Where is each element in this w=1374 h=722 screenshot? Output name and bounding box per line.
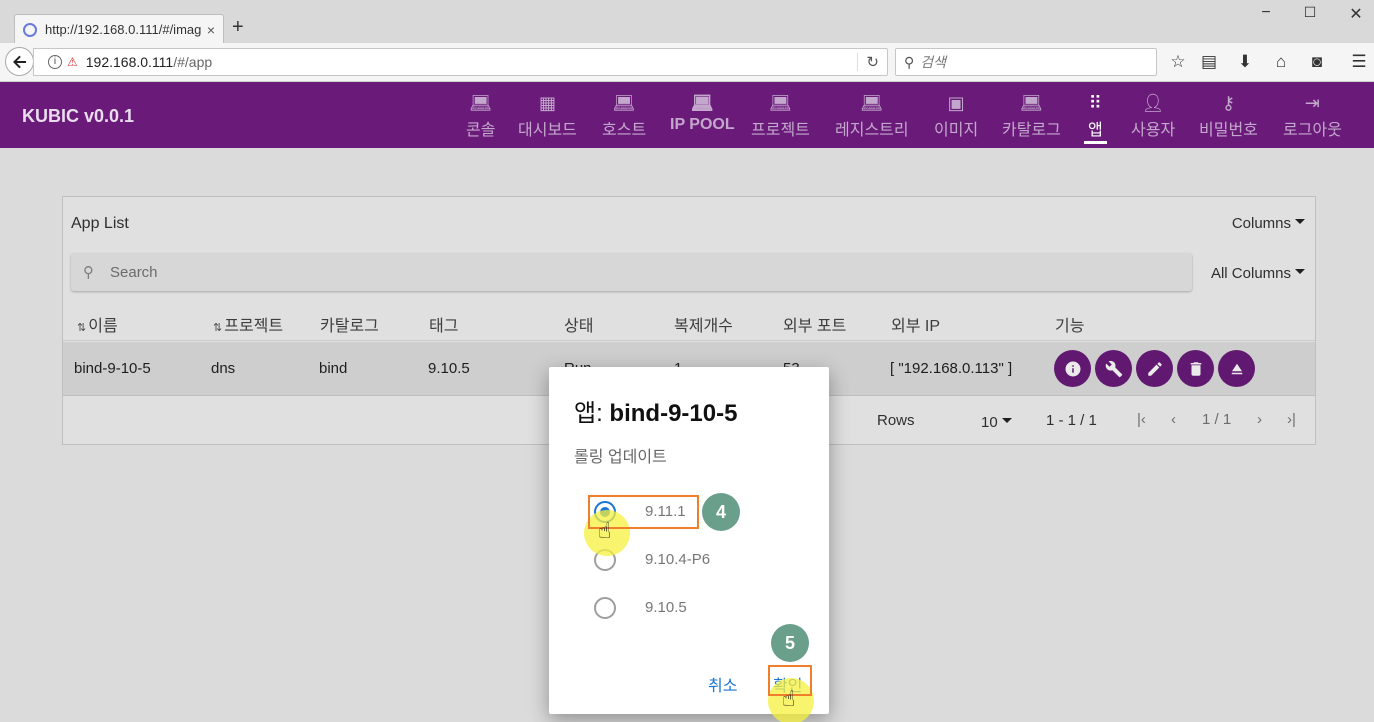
nav-user[interactable]: 👤︎ 사용자	[1131, 90, 1175, 140]
nav-console[interactable]: 💻︎ 콘솔	[466, 90, 495, 140]
nav-project[interactable]: 💻︎ 프로젝트	[751, 90, 810, 140]
hand-cursor-icon: ☝	[782, 686, 796, 711]
laptop-icon: 💻︎	[1020, 93, 1043, 113]
nav-label: 사용자	[1131, 122, 1176, 139]
nav-host[interactable]: 💻︎ 호스트	[602, 90, 646, 140]
nav-app[interactable]: ⠿ 앱	[1084, 90, 1107, 144]
nav-dashboard[interactable]: ▦ 대시보드	[518, 90, 577, 140]
url-path: /#/app	[173, 54, 213, 70]
nav-label: 이미지	[934, 122, 979, 139]
nav-label: 비밀번호	[1199, 122, 1258, 139]
radio-label[interactable]: 9.10.4-P6	[645, 551, 710, 568]
maximize-button[interactable]: ☐	[1300, 4, 1320, 21]
browser-toolbar: i ⚠ 192.168.0.111/#/app ↻ ⚲ 검색 ☆ ▤ ⬇ ⌂ ◙…	[0, 43, 1374, 82]
nav-image[interactable]: ▣ 이미지	[934, 90, 978, 140]
search-icon: ⚲	[904, 53, 915, 70]
pocket-icon[interactable]: ◙	[1306, 52, 1328, 72]
favicon-icon	[23, 22, 37, 37]
nav-label: 콘솔	[466, 122, 496, 139]
back-arrow-icon	[12, 55, 26, 68]
nav-ip-pool[interactable]: 💻︎ IP POOL	[670, 90, 735, 140]
dashboard-icon: ▦	[538, 93, 556, 113]
nav-label: 로그아웃	[1283, 122, 1342, 139]
apps-grid-icon: ⠿	[1088, 93, 1102, 113]
laptop-icon: 💻︎	[769, 93, 792, 113]
person-icon: 👤︎	[1141, 93, 1165, 113]
close-window-button[interactable]: ✕	[1346, 4, 1366, 24]
insecure-lock-icon[interactable]: ⚠	[67, 55, 78, 69]
nav-logout[interactable]: ⇥ 로그아웃	[1283, 90, 1342, 140]
key-icon: ⚷	[1221, 93, 1236, 113]
step-badge-4: 4	[702, 493, 740, 531]
tab-title: http://192.168.0.111/#/imag	[45, 22, 201, 37]
radio-option-9-10-5[interactable]	[594, 597, 616, 619]
nav-registry[interactable]: 💻︎ 레지스트리	[835, 90, 909, 140]
url-host: 192.168.0.111	[85, 54, 174, 70]
nav-label: 카탈로그	[1002, 122, 1061, 139]
hand-cursor-icon: ☝	[598, 518, 612, 543]
download-icon[interactable]: ⬇	[1234, 52, 1256, 72]
dialog-title: 앱: bind-9-10-5	[574, 393, 737, 428]
browser-search-placeholder: 검색	[920, 54, 947, 70]
laptop-icon: 💻︎	[690, 93, 714, 113]
browser-search-input[interactable]: ⚲ 검색	[895, 48, 1157, 76]
app-brand: KUBIC v0.0.1	[22, 106, 135, 126]
dialog-subtitle: 롤링 업데이트	[574, 449, 667, 466]
image-icon: ▣	[947, 93, 965, 113]
reload-icon[interactable]: ↻	[857, 53, 879, 71]
step-badge-5: 5	[771, 624, 809, 662]
laptop-icon: 💻︎	[469, 93, 493, 113]
menu-icon[interactable]: ☰	[1348, 52, 1370, 72]
dialog-app-name: bind-9-10-5	[609, 400, 738, 427]
home-icon[interactable]: ⌂	[1270, 52, 1292, 72]
reading-list-icon[interactable]: ▤	[1198, 52, 1220, 72]
dialog-title-prefix: 앱:	[574, 400, 610, 427]
nav-label: 프로젝트	[751, 122, 810, 139]
laptop-icon: 💻︎	[612, 93, 636, 113]
nav-password[interactable]: ⚷ 비밀번호	[1199, 90, 1258, 140]
nav-label: IP POOL	[670, 116, 735, 133]
url-text[interactable]: 192.168.0.111/#/app	[86, 54, 212, 70]
minimize-button[interactable]: −	[1256, 4, 1276, 22]
browser-tab[interactable]: http://192.168.0.111/#/imag ×	[14, 14, 224, 44]
bookmark-star-icon[interactable]: ☆	[1167, 52, 1189, 72]
logout-icon: ⇥	[1304, 93, 1320, 113]
nav-label: 대시보드	[518, 122, 577, 139]
browser-tab-bar: http://192.168.0.111/#/imag × + − ☐ ✕	[0, 0, 1374, 44]
cancel-button[interactable]: 취소	[708, 672, 737, 696]
url-bar[interactable]: i ⚠ 192.168.0.111/#/app ↻	[33, 48, 888, 76]
tab-close-icon[interactable]: ×	[207, 22, 215, 38]
site-info-icon[interactable]: i	[48, 55, 62, 69]
radio-label[interactable]: 9.10.5	[645, 599, 687, 616]
new-tab-button[interactable]: +	[232, 16, 244, 39]
nav-label: 앱	[1088, 122, 1103, 139]
nav-catalog[interactable]: 💻︎ 카탈로그	[1002, 90, 1061, 140]
laptop-icon: 💻︎	[860, 93, 884, 113]
nav-label: 레지스트리	[835, 122, 909, 139]
back-button[interactable]	[5, 47, 34, 76]
nav-label: 호스트	[602, 122, 647, 139]
app-header: KUBIC v0.0.1 💻︎ 콘솔 ▦ 대시보드 💻︎ 호스트 💻︎ IP P…	[0, 82, 1374, 148]
